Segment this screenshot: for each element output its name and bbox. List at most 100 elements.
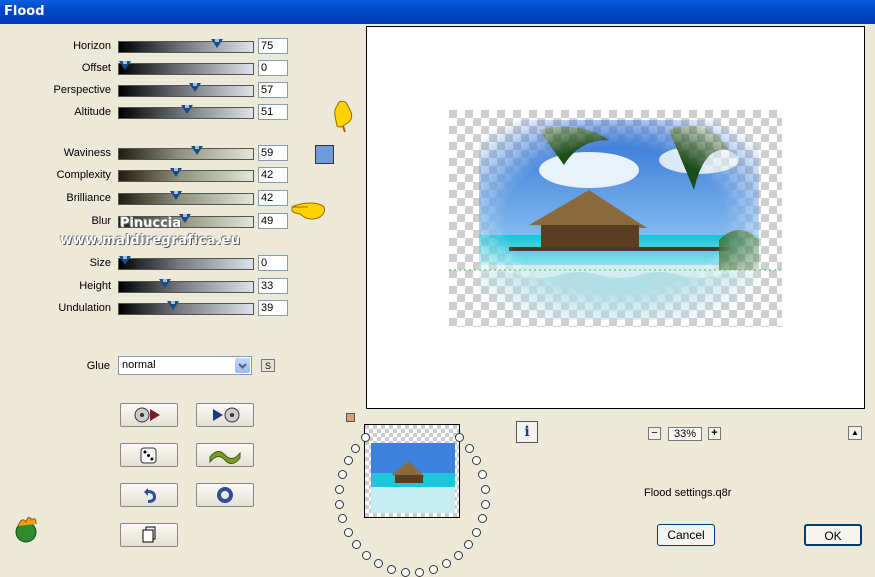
slider-track-brilliance[interactable] [118, 191, 254, 205]
slider-value-field[interactable]: 75 [258, 38, 288, 54]
slider-row-perspective: Perspective 57 [0, 82, 290, 98]
cancel-button[interactable]: Cancel [657, 524, 715, 546]
dialog-client: Horizon 75 Offset 0 Perspective 57 Altitude 51 W… [0, 24, 875, 577]
thumbnail-frame[interactable] [364, 424, 460, 518]
slider-label: Perspective [53, 84, 111, 96]
info-button[interactable]: i [516, 421, 538, 443]
collapse-button[interactable]: ▲ [848, 426, 862, 440]
slider-value-field[interactable]: 42 [258, 190, 288, 206]
dial-dot[interactable] [429, 564, 439, 574]
pointing-hand-left-icon [291, 202, 325, 220]
dial-dot[interactable] [480, 499, 490, 509]
dial-dot[interactable] [472, 456, 482, 466]
slider-track-horizon[interactable] [118, 39, 254, 53]
slider-row-horizon: Horizon 75 [0, 38, 290, 54]
dial-dot[interactable] [472, 527, 482, 537]
undo-icon [144, 488, 156, 503]
dial-dot[interactable] [338, 470, 348, 480]
slider-track-complexity[interactable] [118, 168, 254, 182]
dial-dot[interactable] [415, 567, 425, 577]
dial-dot[interactable] [400, 567, 410, 577]
info-icon: i [524, 424, 530, 440]
dial-dot[interactable] [335, 499, 345, 509]
slider-value-field[interactable]: 42 [258, 167, 288, 183]
undo-button[interactable] [120, 483, 178, 507]
cancel-label: Cancel [667, 528, 705, 542]
app-logo-icon [15, 516, 37, 543]
preview-canvas[interactable] [366, 26, 865, 409]
dial-dot[interactable] [338, 514, 348, 524]
slider-thumb[interactable] [190, 146, 203, 155]
color-swatch[interactable] [315, 145, 334, 164]
dial-dot[interactable] [480, 484, 490, 494]
zoom-out-button[interactable]: − [648, 427, 661, 440]
slider-value-field[interactable]: 57 [258, 82, 288, 98]
slider-value-field[interactable]: 0 [258, 255, 288, 271]
slider-row-offset: Offset 0 [0, 60, 290, 76]
slider-thumb[interactable] [210, 39, 223, 48]
glue-s-label: S [264, 361, 271, 371]
glue-select[interactable]: normal [118, 356, 252, 375]
glue-s-button[interactable]: S [261, 359, 275, 372]
slider-value-field[interactable]: 49 [258, 213, 288, 229]
slider-row-undulation: Undulation 39 [0, 300, 290, 316]
rewind-button[interactable] [120, 403, 178, 427]
forward-button[interactable] [196, 403, 254, 427]
dial-dot[interactable] [351, 443, 361, 453]
dial-dot[interactable] [454, 550, 464, 560]
slider-thumb[interactable] [188, 83, 201, 92]
slider-track-waviness[interactable] [118, 146, 254, 160]
slider-row-waviness: Waviness 59 [0, 145, 290, 161]
thumbnail-image [365, 425, 459, 517]
slider-value-field[interactable]: 59 [258, 145, 288, 161]
dial-dot[interactable] [351, 540, 361, 550]
slider-row-size: Size 0 [0, 255, 290, 271]
slider-label: Size [89, 257, 111, 269]
slider-thumb[interactable] [170, 191, 183, 200]
preview-image [449, 110, 782, 327]
dial-dot[interactable] [477, 514, 487, 524]
dial-dot[interactable] [343, 456, 353, 466]
dial-dot[interactable] [361, 550, 371, 560]
forward-icon [213, 407, 240, 423]
slider-value-field[interactable]: 39 [258, 300, 288, 316]
slider-value-field[interactable]: 51 [258, 104, 288, 120]
slider-thumb[interactable] [181, 105, 194, 114]
slider-thumb[interactable] [159, 279, 172, 288]
dial-dot[interactable] [464, 540, 474, 550]
ok-button[interactable]: OK [804, 524, 862, 546]
dial-dot[interactable] [464, 443, 474, 453]
slider-thumb[interactable] [119, 256, 131, 265]
reset-button[interactable] [196, 483, 254, 507]
dial-dot[interactable] [343, 527, 353, 537]
slider-track-size[interactable] [118, 256, 254, 270]
slider-thumb[interactable] [170, 168, 183, 177]
dial-dot[interactable] [454, 433, 464, 443]
slider-track-perspective[interactable] [118, 83, 254, 97]
slider-track-offset[interactable] [118, 61, 254, 75]
glue-label: Glue [86, 360, 110, 372]
slider-label: Undulation [58, 302, 111, 314]
slider-thumb[interactable] [119, 61, 131, 70]
slider-track-altitude[interactable] [118, 105, 254, 119]
dial-dot[interactable] [386, 564, 396, 574]
watermark-line2: www.maldiregrafica.eu [60, 233, 241, 248]
random-button[interactable] [120, 443, 178, 467]
navigator-marker[interactable] [346, 413, 355, 422]
chevron-down-icon[interactable] [235, 358, 250, 373]
dial-dot[interactable] [335, 484, 345, 494]
wave-button[interactable] [196, 443, 254, 467]
slider-row-brilliance: Brilliance 42 [0, 190, 290, 206]
slider-label: Brilliance [66, 192, 111, 204]
slider-thumb[interactable] [166, 301, 179, 310]
zoom-in-button[interactable]: + [708, 427, 721, 440]
copy-button[interactable] [120, 523, 178, 547]
slider-value-field[interactable]: 0 [258, 60, 288, 76]
settings-file-label: Flood settings.q8r [644, 487, 732, 499]
watermark-line1: Pinuccia [120, 216, 182, 231]
slider-value-field[interactable]: 33 [258, 278, 288, 294]
dial-dot[interactable] [477, 470, 487, 480]
slider-track-undulation[interactable] [118, 301, 254, 315]
slider-label: Altitude [74, 106, 111, 118]
slider-track-height[interactable] [118, 279, 254, 293]
